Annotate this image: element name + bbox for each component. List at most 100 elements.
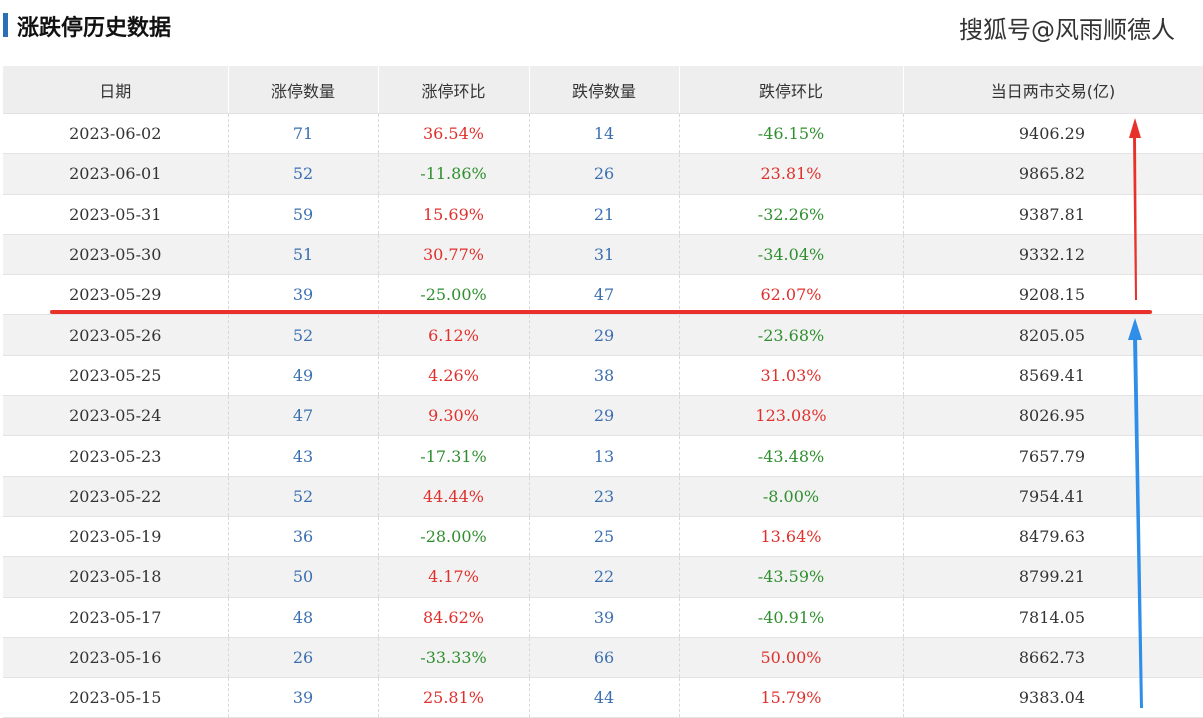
cell-limit-down-change: 13.64% — [679, 516, 904, 558]
cell-date: 2023-05-30 — [3, 234, 229, 276]
cell-limit-down-count: 22 — [529, 556, 680, 598]
table-row[interactable]: 2023-06-01 52 -11.86% 26 23.81% 9865.82 — [3, 153, 1203, 195]
cell-limit-up-change: 36.54% — [378, 113, 530, 155]
table-body: 2023-06-02 71 36.54% 14 -46.15% 9406.29 2023-0… — [3, 113, 1203, 718]
cell-date: 2023-05-26 — [3, 314, 229, 356]
cell-date: 2023-05-17 — [3, 597, 229, 638]
cell-limit-down-count: 23 — [529, 476, 680, 517]
cell-turnover: 9383.04 — [903, 677, 1203, 718]
cell-limit-down-count: 47 — [529, 274, 680, 316]
cell-date: 2023-05-18 — [3, 556, 229, 598]
cell-turnover: 8205.05 — [903, 314, 1203, 356]
table-row[interactable]: 2023-05-25 49 4.26% 38 31.03% 8569.41 — [3, 355, 1203, 397]
cell-limit-up-change: -28.00% — [378, 516, 530, 558]
cell-limit-up-count: 59 — [228, 194, 379, 235]
cell-limit-down-count: 26 — [529, 153, 680, 195]
cell-turnover: 9332.12 — [903, 234, 1203, 276]
cell-date: 2023-05-15 — [3, 677, 229, 718]
cell-turnover: 9865.82 — [903, 153, 1203, 195]
cell-limit-down-change: 123.08% — [679, 395, 904, 437]
column-header-limit-up-change[interactable]: 涨停环比 — [378, 66, 530, 114]
cell-limit-up-count: 52 — [228, 153, 379, 195]
table-row[interactable]: 2023-05-19 36 -28.00% 25 13.64% 8479.63 — [3, 516, 1203, 558]
header: 涨跌停历史数据 搜狐号@风雨顺德人 — [0, 0, 1203, 60]
table-row[interactable]: 2023-05-26 52 6.12% 29 -23.68% 8205.05 — [3, 314, 1203, 356]
title-accent-bar — [3, 13, 8, 37]
cell-limit-down-count: 39 — [529, 597, 680, 638]
table-row[interactable]: 2023-05-22 52 44.44% 23 -8.00% 7954.41 — [3, 476, 1203, 517]
table-row[interactable]: 2023-05-16 26 -33.33% 66 50.00% 8662.73 — [3, 637, 1203, 679]
cell-limit-down-change: -23.68% — [679, 314, 904, 356]
cell-limit-up-count: 71 — [228, 113, 379, 155]
cell-limit-down-change: 15.79% — [679, 677, 904, 718]
cell-date: 2023-06-02 — [3, 113, 229, 155]
table-row[interactable]: 2023-05-17 48 84.62% 39 -40.91% 7814.05 — [3, 597, 1203, 638]
cell-turnover: 7657.79 — [903, 435, 1203, 477]
cell-limit-up-count: 43 — [228, 435, 379, 477]
cell-turnover: 8026.95 — [903, 395, 1203, 437]
table-row[interactable]: 2023-05-31 59 15.69% 21 -32.26% 9387.81 — [3, 194, 1203, 235]
column-header-limit-up-count[interactable]: 涨停数量 — [228, 66, 379, 114]
cell-limit-up-change: 6.12% — [378, 314, 530, 356]
cell-limit-down-change: -8.00% — [679, 476, 904, 517]
cell-limit-up-change: 4.26% — [378, 355, 530, 397]
cell-turnover: 8569.41 — [903, 355, 1203, 397]
cell-limit-up-count: 49 — [228, 355, 379, 397]
cell-turnover: 9387.81 — [903, 194, 1203, 235]
cell-limit-up-change: 9.30% — [378, 395, 530, 437]
cell-limit-up-count: 52 — [228, 476, 379, 517]
cell-date: 2023-05-31 — [3, 194, 229, 235]
cell-limit-down-count: 13 — [529, 435, 680, 477]
cell-date: 2023-05-19 — [3, 516, 229, 558]
page: 涨跌停历史数据 搜狐号@风雨顺德人 日期 涨停数量 涨停环比 跌停数量 跌停环比… — [0, 0, 1203, 718]
cell-limit-down-change: 50.00% — [679, 637, 904, 679]
cell-limit-up-count: 51 — [228, 234, 379, 276]
cell-turnover: 8799.21 — [903, 556, 1203, 598]
cell-date: 2023-06-01 — [3, 153, 229, 195]
table-row[interactable]: 2023-05-29 39 -25.00% 47 62.07% 9208.15 — [3, 274, 1203, 316]
cell-date: 2023-05-25 — [3, 355, 229, 397]
cell-limit-down-count: 25 — [529, 516, 680, 558]
cell-limit-down-count: 38 — [529, 355, 680, 397]
cell-limit-down-change: -32.26% — [679, 194, 904, 235]
cell-limit-down-change: 23.81% — [679, 153, 904, 195]
cell-limit-up-count: 50 — [228, 556, 379, 598]
cell-limit-down-count: 14 — [529, 113, 680, 155]
cell-limit-up-count: 52 — [228, 314, 379, 356]
cell-turnover: 7954.41 — [903, 476, 1203, 517]
cell-date: 2023-05-23 — [3, 435, 229, 477]
watermark: 搜狐号@风雨顺德人 — [959, 16, 1175, 44]
cell-limit-down-count: 31 — [529, 234, 680, 276]
cell-limit-down-count: 29 — [529, 395, 680, 437]
cell-limit-down-change: -34.04% — [679, 234, 904, 276]
cell-limit-up-change: 15.69% — [378, 194, 530, 235]
cell-turnover: 9208.15 — [903, 274, 1203, 316]
table-row[interactable]: 2023-05-24 47 9.30% 29 123.08% 8026.95 — [3, 395, 1203, 437]
table-row[interactable]: 2023-05-18 50 4.17% 22 -43.59% 8799.21 — [3, 556, 1203, 598]
cell-turnover: 7814.05 — [903, 597, 1203, 638]
cell-limit-up-count: 39 — [228, 274, 379, 316]
cell-turnover: 9406.29 — [903, 113, 1203, 155]
cell-limit-down-count: 21 — [529, 194, 680, 235]
cell-limit-down-change: -40.91% — [679, 597, 904, 638]
cell-limit-up-count: 48 — [228, 597, 379, 638]
column-header-limit-down-change[interactable]: 跌停环比 — [679, 66, 904, 114]
cell-limit-down-change: 31.03% — [679, 355, 904, 397]
table-row[interactable]: 2023-05-30 51 30.77% 31 -34.04% 9332.12 — [3, 234, 1203, 276]
cell-limit-up-change: 84.62% — [378, 597, 530, 638]
cell-limit-up-change: 4.17% — [378, 556, 530, 598]
cell-limit-up-count: 36 — [228, 516, 379, 558]
cell-limit-up-change: 25.81% — [378, 677, 530, 718]
table-row[interactable]: 2023-05-23 43 -17.31% 13 -43.48% 7657.79 — [3, 435, 1203, 477]
column-header-date[interactable]: 日期 — [3, 66, 229, 114]
table-header-row: 日期 涨停数量 涨停环比 跌停数量 跌停环比 当日两市交易(亿) — [3, 66, 1203, 114]
cell-limit-down-count: 66 — [529, 637, 680, 679]
column-header-turnover[interactable]: 当日两市交易(亿) — [903, 66, 1203, 114]
cell-turnover: 8662.73 — [903, 637, 1203, 679]
cell-limit-up-change: 44.44% — [378, 476, 530, 517]
column-header-limit-down-count[interactable]: 跌停数量 — [529, 66, 680, 114]
cell-limit-up-change: -25.00% — [378, 274, 530, 316]
cell-limit-up-count: 47 — [228, 395, 379, 437]
table-row[interactable]: 2023-05-15 39 25.81% 44 15.79% 9383.04 — [3, 677, 1203, 718]
table-row[interactable]: 2023-06-02 71 36.54% 14 -46.15% 9406.29 — [3, 113, 1203, 155]
